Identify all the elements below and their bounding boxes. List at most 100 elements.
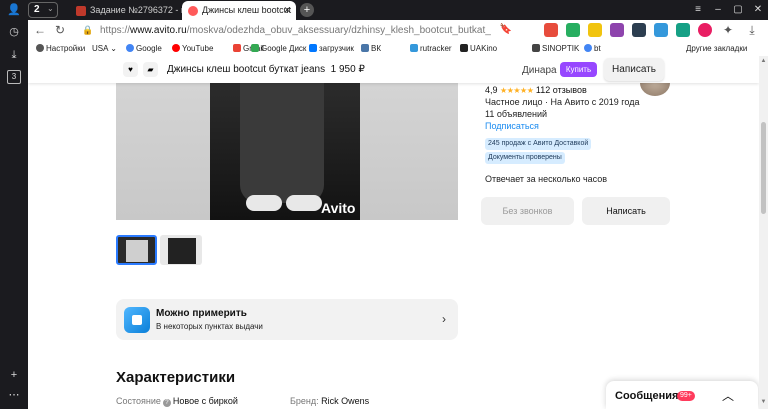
delivery-sales-chip: 245 продаж с Авито Доставкой — [485, 138, 592, 150]
bookmark-vk[interactable]: ВК — [361, 43, 381, 54]
downloads-icon[interactable]: ⤓ — [7, 48, 21, 62]
seller-rating[interactable]: 4,9 ★★★★★ 112 отзывов — [485, 85, 587, 95]
bookmark-settings[interactable]: Настройки — [36, 43, 85, 54]
no-calls-button[interactable]: Без звонков — [481, 197, 574, 225]
extension-icon[interactable] — [632, 23, 646, 37]
attr-brand: Бренд: Rick Owens — [290, 396, 370, 406]
reload-icon[interactable]: ↻ — [52, 22, 68, 38]
bookmark-icon[interactable]: 🔖 — [498, 22, 514, 38]
rating-stars: ★★★★★ — [500, 86, 534, 95]
close-tab-icon[interactable]: ✕ — [283, 1, 291, 20]
sinoptik-icon — [532, 44, 540, 52]
other-bookmarks[interactable]: Другие закладки — [686, 43, 747, 54]
scroll-up-icon[interactable]: ▲ — [760, 58, 767, 64]
documents-verified-chip: Документы проверены — [485, 152, 565, 164]
rutracker-icon — [410, 44, 418, 52]
favorite-button[interactable]: ♥ — [123, 62, 138, 77]
seller-since: Частное лицо · На Авито с 2019 года — [485, 97, 640, 107]
bookmark-bt[interactable]: bt — [584, 43, 601, 54]
address-bar: ← ↻ 🔒 https://www.avito.ru/moskva/odezhd… — [28, 20, 768, 41]
page-scrollbar[interactable]: ▲ ▼ — [759, 56, 768, 409]
bookmark-uakino[interactable]: UAKino — [460, 43, 497, 54]
bookmark-rutracker[interactable]: rutracker — [410, 43, 452, 54]
download-icon[interactable]: ⤓ — [744, 22, 760, 38]
scroll-down-icon[interactable]: ▼ — [760, 399, 767, 405]
sticky-title: Джинсы клеш bootcut буткат jeans 1 950 ₽ — [167, 64, 365, 75]
gear-icon — [36, 44, 44, 52]
photo-thumbnail-1[interactable] — [116, 235, 157, 265]
attr-condition: Состояние? Новое с биркой — [116, 396, 238, 407]
history-icon[interactable]: ◷ — [7, 25, 21, 39]
fitting-icon — [124, 307, 150, 333]
chevron-down-icon: ⌄ — [47, 4, 54, 13]
bookmark-sinoptik[interactable]: SINOPTIK — [532, 43, 579, 54]
add-panel-icon[interactable]: + — [7, 368, 21, 382]
seller-listings[interactable]: 11 объявлений — [485, 109, 547, 119]
bookmark-usa[interactable]: USA ⌄ — [92, 43, 117, 54]
page-content: ♥ ▰ Джинсы клеш bootcut буткат jeans 1 9… — [28, 56, 759, 409]
profile-icon[interactable]: 👤 — [7, 3, 21, 17]
main-photo[interactable]: Avito — [116, 83, 458, 220]
url-host: www.avito.ru — [130, 25, 187, 36]
response-time: Отвечает за несколько часов — [485, 174, 608, 184]
tab-avito[interactable]: Джинсы клеш bootcut ✕ — [182, 1, 296, 20]
tab-bar: 2 ⌄ Задание №2796372 - про Джинсы клеш b… — [28, 0, 768, 20]
url-path: /moskva/odezhda_obuv_aksessuary/dzhinsy_… — [186, 25, 491, 36]
chevron-up-icon[interactable]: ︿ — [722, 387, 734, 404]
note-icon: ▰ — [147, 65, 154, 74]
scrollbar-thumb[interactable] — [761, 122, 766, 214]
url-field[interactable]: https://www.avito.ru/moskva/odezhda_obuv… — [100, 25, 491, 36]
try-on-card[interactable]: Можно примерить В некоторых пунктах выда… — [116, 299, 458, 340]
url-prefix: https:// — [100, 25, 131, 36]
messages-label: Сообщения — [615, 390, 679, 402]
try-on-subtitle: В некоторых пунктах выдачи — [156, 322, 263, 331]
extension-icon[interactable] — [588, 23, 602, 37]
tab-label: Задание №2796372 - про — [90, 5, 196, 15]
puzzle-icon[interactable]: ✦ — [720, 22, 736, 38]
messages-widget[interactable]: Сообщения 99+ ︿ — [606, 381, 758, 409]
bookmark-loader[interactable]: загрузчик — [309, 43, 354, 54]
extension-icon[interactable] — [654, 23, 668, 37]
write-button[interactable]: Написать — [582, 197, 670, 225]
browser-side-rail: 👤 ◷ ⤓ 3 + ⋯ — [0, 0, 28, 409]
youtube-icon — [172, 44, 180, 52]
menu-icon[interactable]: ≡ — [688, 0, 708, 20]
vk-icon — [361, 44, 369, 52]
avito-icon — [188, 5, 198, 16]
minimize-icon[interactable]: – — [708, 0, 728, 20]
characteristics-heading: Характеристики — [116, 369, 236, 386]
extension-icon[interactable] — [698, 23, 712, 37]
sticky-price: 1 950 ₽ — [330, 64, 365, 75]
google-icon — [126, 44, 134, 52]
bookmark-drive[interactable]: Google Диск — [251, 43, 306, 54]
extension-icon[interactable] — [544, 23, 558, 37]
tab-counter[interactable]: 2 ⌄ — [28, 2, 58, 18]
buy-button[interactable]: Купить — [560, 62, 597, 77]
extension-icon[interactable] — [610, 23, 624, 37]
new-tab-button[interactable]: + — [300, 3, 314, 17]
note-button[interactable]: ▰ — [143, 62, 158, 77]
maximize-icon[interactable]: ▢ — [728, 0, 748, 20]
heart-icon: ♥ — [128, 65, 133, 74]
photo-thumbnail-2[interactable] — [160, 235, 202, 265]
close-window-icon[interactable]: ✕ — [748, 0, 768, 20]
tab-label: Джинсы клеш bootcut — [202, 5, 292, 15]
tab-group-icon[interactable]: 3 — [7, 70, 21, 84]
lock-icon[interactable]: 🔒 — [80, 22, 96, 38]
settings-icon[interactable]: ⋯ — [7, 388, 21, 402]
bookmark-google[interactable]: Google — [126, 43, 162, 54]
tab-count: 2 — [34, 4, 40, 15]
avito-watermark: Avito — [321, 200, 356, 216]
help-icon[interactable]: ? — [162, 399, 171, 407]
subscribe-link[interactable]: Подписаться — [485, 121, 539, 131]
bookmark-youtube[interactable]: YouTube — [172, 43, 213, 54]
extension-icon[interactable] — [676, 23, 690, 37]
gmail-icon — [233, 44, 241, 52]
sp-icon — [76, 5, 86, 16]
back-icon[interactable]: ← — [32, 22, 48, 38]
try-on-title: Можно примерить — [156, 308, 247, 319]
sticky-write-button[interactable]: Написать — [604, 58, 664, 81]
chevron-right-icon: › — [442, 312, 446, 326]
extension-icon[interactable] — [566, 23, 580, 37]
sticky-seller-name[interactable]: Динара — [522, 65, 557, 76]
